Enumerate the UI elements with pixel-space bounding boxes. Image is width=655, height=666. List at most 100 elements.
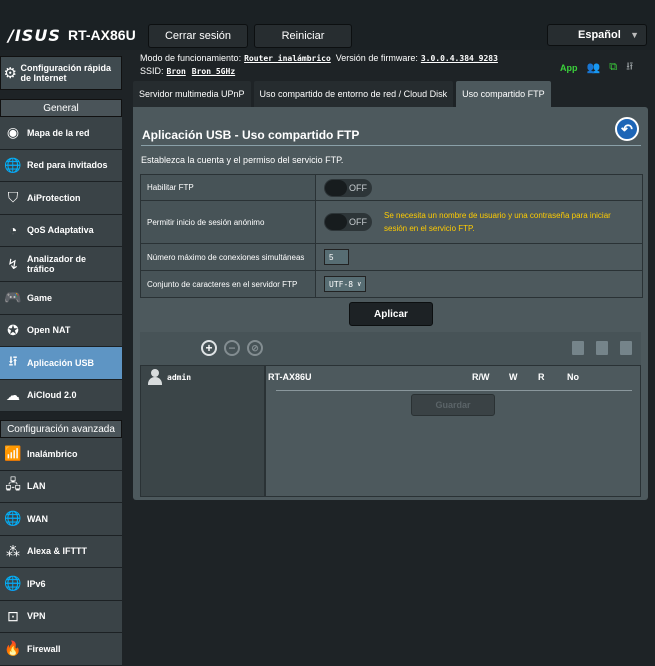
perm-header-rw: R/W — [472, 372, 490, 382]
app-link[interactable]: App — [560, 63, 578, 73]
charset-label: Conjunto de caracteres en el servidor FT… — [141, 271, 316, 297]
perm-header-no: No — [567, 372, 579, 382]
max-connections-label: Número máximo de conexiones simultáneas — [141, 244, 316, 270]
clients-icon[interactable]: 👥 — [587, 61, 601, 74]
apply-button[interactable]: Aplicar — [349, 302, 433, 326]
row-enable-ftp: Habilitar FTP OFF — [141, 175, 642, 201]
sidebar-item-firewall[interactable]: 🔥 Firewall — [0, 633, 122, 666]
guest-network-icon: 🌐 — [4, 156, 22, 173]
ssid-link-2[interactable]: Bron_5GHz — [192, 67, 235, 76]
chevron-down-icon: ∨ — [357, 280, 362, 288]
usb-status-icon[interactable]: ⭿ — [626, 58, 633, 77]
row-max-connections: Número máximo de conexiones simultáneas … — [141, 244, 642, 271]
page-title: Aplicación USB - Uso compartido FTP — [142, 128, 360, 142]
reboot-button[interactable]: Reiniciar — [254, 24, 352, 48]
globe-icon: 🌐 — [4, 510, 22, 527]
speedometer-icon: ◔ — [8, 222, 18, 239]
network-map-icon: ◉ — [6, 124, 20, 141]
row-charset: Conjunto de caracteres en el servidor FT… — [141, 271, 642, 297]
anonymous-login-label: Permitir inicio de sesión anónimo — [141, 201, 316, 243]
alexa-icon: ⁂ — [6, 542, 20, 559]
operation-mode-link[interactable]: Router inalámbrico — [244, 54, 331, 63]
tab-network-place-cloud-disk[interactable]: Uso compartido de entorno de red / Cloud… — [253, 81, 454, 107]
sidebar-general-header: General — [0, 99, 122, 117]
ipv6-icon: 🌐 — [4, 575, 22, 592]
sidebar-item-vpn[interactable]: ⊡ VPN — [0, 600, 122, 633]
status-icons: App 👥 ⧉ ⭿ — [560, 58, 633, 77]
account-toolbar: + − ⊘ — [140, 332, 641, 365]
ssid-link-1[interactable]: Bron — [167, 67, 186, 76]
ssid-line: SSID: Bron Bron_5GHz — [140, 66, 236, 76]
ftp-settings-table: Habilitar FTP OFF Permitir inicio de ses… — [140, 174, 643, 298]
max-connections-input[interactable]: 5 — [324, 249, 349, 265]
sidebar-item-wan[interactable]: 🌐 WAN — [0, 503, 122, 536]
sidebar-item-lan[interactable]: 🖧 LAN — [0, 470, 122, 503]
usb-icon: ⭿ — [8, 352, 18, 369]
page-description: Establezca la cuenta y el permiso del se… — [141, 155, 344, 165]
account-name: admin — [167, 372, 192, 382]
cloud-icon: ☁ — [6, 386, 20, 403]
open-nat-icon: ✪ — [7, 321, 19, 338]
user-icon — [147, 369, 163, 385]
sidebar-general-menu: ◉ Mapa de la red 🌐 Red para invitados ⛉ AiP… — [0, 117, 122, 412]
enable-ftp-label: Habilitar FTP — [141, 175, 316, 200]
anonymous-login-toggle[interactable]: OFF — [324, 213, 372, 231]
wifi-icon: 📶 — [4, 445, 22, 462]
sidebar-advanced-menu: 📶 Inalámbrico 🖧 LAN 🌐 WAN ⁂ Alexa & IFTTT 🌐 I… — [0, 438, 122, 666]
chevron-down-icon: ▼ — [630, 30, 639, 40]
sidebar-item-aicloud[interactable]: ☁ AiCloud 2.0 — [0, 379, 122, 412]
device-name: RT-AX86U — [268, 372, 312, 382]
enable-ftp-toggle[interactable]: OFF — [324, 178, 372, 197]
sidebar-item-usb-application[interactable]: ⭿ Aplicación USB — [0, 347, 122, 380]
quick-setup-icon: ⚙ — [3, 65, 17, 82]
sidebar-item-qos[interactable]: ◔ QoS Adaptativa — [0, 214, 122, 247]
logout-button[interactable]: Cerrar sesión — [148, 24, 248, 48]
sidebar-item-guest-network[interactable]: 🌐 Red para invitados — [0, 149, 122, 182]
charset-select[interactable]: UTF-8 ∨ — [324, 276, 367, 292]
sidebar-quick-setup[interactable]: ⚙ Configuración rápida de Internet — [0, 56, 122, 90]
add-folder-icon[interactable] — [572, 341, 584, 355]
perm-header-r: R — [538, 372, 545, 382]
tab-bar: Servidor multimedia UPnP Uso compartido … — [133, 81, 551, 107]
language-select[interactable]: Español ▼ — [547, 24, 647, 46]
lan-icon: 🖧 — [5, 476, 21, 493]
asus-logo: /ISUS — [8, 26, 61, 45]
sidebar-item-traffic-analyzer[interactable]: ↯ Analizador de tráfico — [0, 247, 122, 282]
list-item[interactable]: admin — [147, 369, 191, 385]
gamepad-icon: 🎮 — [4, 289, 22, 306]
delete-folder-icon[interactable] — [596, 341, 608, 355]
add-account-icon[interactable]: + — [201, 340, 217, 356]
sidebar-item-ipv6[interactable]: 🌐 IPv6 — [0, 568, 122, 601]
tab-ftp-share[interactable]: Uso compartido FTP — [456, 81, 551, 107]
save-button[interactable]: Guardar — [411, 394, 495, 416]
sidebar-item-game[interactable]: 🎮 Game — [0, 282, 122, 315]
network-status-icon[interactable]: ⧉ — [609, 61, 617, 74]
account-list: admin — [140, 365, 265, 497]
sidebar-item-network-map[interactable]: ◉ Mapa de la red — [0, 117, 122, 150]
remove-account-icon[interactable]: − — [224, 340, 240, 356]
firmware-link[interactable]: 3.0.0.4.384_9283 — [421, 54, 498, 63]
back-arrow-icon[interactable]: ↶ — [615, 117, 639, 141]
sidebar-item-wireless[interactable]: 📶 Inalámbrico — [0, 438, 122, 471]
traffic-analyzer-icon: ↯ — [7, 255, 19, 272]
row-anonymous-login: Permitir inicio de sesión anónimo OFF Se… — [141, 201, 642, 244]
vpn-icon: ⊡ — [7, 607, 19, 624]
perm-divider — [276, 390, 632, 391]
sidebar-item-open-nat[interactable]: ✪ Open NAT — [0, 314, 122, 347]
edit-folder-icon[interactable] — [620, 341, 632, 355]
perm-header-w: W — [509, 372, 518, 382]
sidebar-item-aiprotection[interactable]: ⛉ AiProtection — [0, 182, 122, 215]
model-name: RT-AX86U — [68, 27, 136, 43]
anonymous-login-warning: Se necesita un nombre de usuario y una c… — [384, 211, 611, 233]
tab-upnp-media-server[interactable]: Servidor multimedia UPnP — [133, 81, 251, 107]
sidebar-item-alexa-ifttt[interactable]: ⁂ Alexa & IFTTT — [0, 535, 122, 568]
permission-panel: RT-AX86U R/W W R No Guardar — [265, 365, 641, 497]
sidebar-advanced-header: Configuración avanzada — [0, 420, 122, 438]
content-panel: Aplicación USB - Uso compartido FTP ↶ Es… — [133, 107, 648, 500]
shield-icon: ⛉ — [7, 189, 19, 206]
top-bar: /ISUS RT-AX86U Cerrar sesión Reiniciar E… — [0, 0, 655, 50]
language-value: Español — [578, 29, 621, 41]
edit-account-icon[interactable]: ⊘ — [247, 340, 263, 356]
title-divider — [141, 145, 641, 146]
operation-mode-line: Modo de funcionamiento: Router inalámbric… — [140, 53, 498, 63]
